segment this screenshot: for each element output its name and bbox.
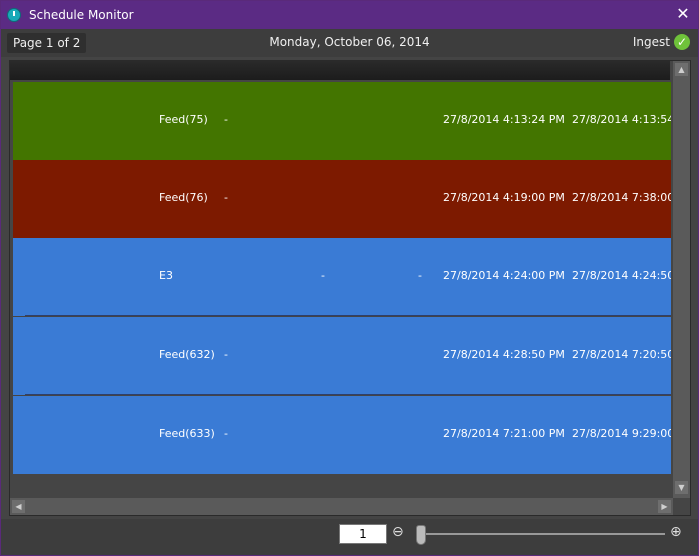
row-dash: - [224, 113, 228, 126]
scroll-up-icon[interactable]: ▲ [675, 63, 688, 76]
row-divider [25, 394, 671, 395]
row-start-time: 27/8/2014 4:28:50 PM [443, 348, 565, 361]
schedule-grid: Feed(75) - 27/8/2014 4:13:24 PM 27/8/201… [9, 60, 691, 516]
row-dash: - [224, 427, 228, 440]
schedule-row[interactable]: Feed(632) - 27/8/2014 4:28:50 PM 27/8/20… [13, 317, 671, 395]
schedule-date: Monday, October 06, 2014 [269, 35, 430, 49]
row-end-time: 27/8/2014 4:13:54 P [572, 113, 671, 126]
scroll-down-icon[interactable]: ▼ [675, 481, 688, 494]
scroll-right-icon[interactable]: ▶ [658, 500, 671, 513]
vertical-scrollbar[interactable]: ▲ ▼ [673, 61, 690, 498]
row-dash: - [224, 348, 228, 361]
row-dash: - [321, 269, 325, 282]
row-name: Feed(75) [159, 113, 208, 126]
close-button[interactable]: ✕ [674, 5, 692, 23]
row-name: Feed(633) [159, 427, 215, 440]
row-start-time: 27/8/2014 7:21:00 PM [443, 427, 565, 440]
schedule-rows: Feed(75) - 27/8/2014 4:13:24 PM 27/8/201… [13, 82, 671, 490]
zoom-in-icon[interactable]: ⊕ [670, 524, 686, 540]
grid-column-header [10, 61, 670, 80]
zoom-slider[interactable] [416, 525, 665, 545]
schedule-row[interactable]: Feed(76) - 27/8/2014 4:19:00 PM 27/8/201… [13, 160, 671, 238]
row-name: E3 [159, 269, 173, 282]
row-divider [25, 315, 671, 316]
row-end-time: 27/8/2014 7:20:50 P [572, 348, 671, 361]
row-end-time: 27/8/2014 4:24:50 P [572, 269, 671, 282]
row-end-time: 27/8/2014 7:38:00 P [572, 191, 671, 204]
row-dash: - [224, 191, 228, 204]
clock-icon [7, 8, 21, 22]
horizontal-scrollbar[interactable]: ◀ ▶ [10, 498, 673, 515]
schedule-row[interactable]: Feed(75) - 27/8/2014 4:13:24 PM 27/8/201… [13, 82, 671, 160]
row-start-time: 27/8/2014 4:24:00 PM [443, 269, 565, 282]
horizontal-scroll-track[interactable] [26, 501, 656, 512]
row-start-time: 27/8/2014 4:13:24 PM [443, 113, 565, 126]
row-name: Feed(76) [159, 191, 208, 204]
ingest-status: Ingest ✓ [633, 34, 690, 50]
row-name: Feed(632) [159, 348, 215, 361]
scroll-left-icon[interactable]: ◀ [12, 500, 25, 513]
zoom-out-icon[interactable]: ⊖ [392, 524, 408, 540]
check-icon: ✓ [674, 34, 690, 50]
pagination-footer: 1 ⊖ ⊕ [1, 519, 698, 555]
schedule-monitor-window: Schedule Monitor ✕ Page 1 of 2 Monday, O… [0, 0, 699, 556]
zoom-slider-thumb[interactable] [416, 525, 426, 545]
row-start-time: 27/8/2014 4:19:00 PM [443, 191, 565, 204]
row-end-time: 27/8/2014 9:29:00 P [572, 427, 671, 440]
schedule-header: Page 1 of 2 Monday, October 06, 2014 Ing… [1, 29, 698, 57]
title-bar: Schedule Monitor ✕ [1, 1, 698, 29]
window-title: Schedule Monitor [29, 8, 134, 22]
schedule-row[interactable]: E3 - - 27/8/2014 4:24:00 PM 27/8/2014 4:… [13, 238, 671, 316]
ingest-status-label: Ingest [632, 35, 670, 49]
schedule-row[interactable]: Feed(633) - 27/8/2014 7:21:00 PM 27/8/20… [13, 396, 671, 474]
row-dash-secondary: - [418, 269, 422, 282]
page-number-input[interactable]: 1 [339, 524, 387, 544]
